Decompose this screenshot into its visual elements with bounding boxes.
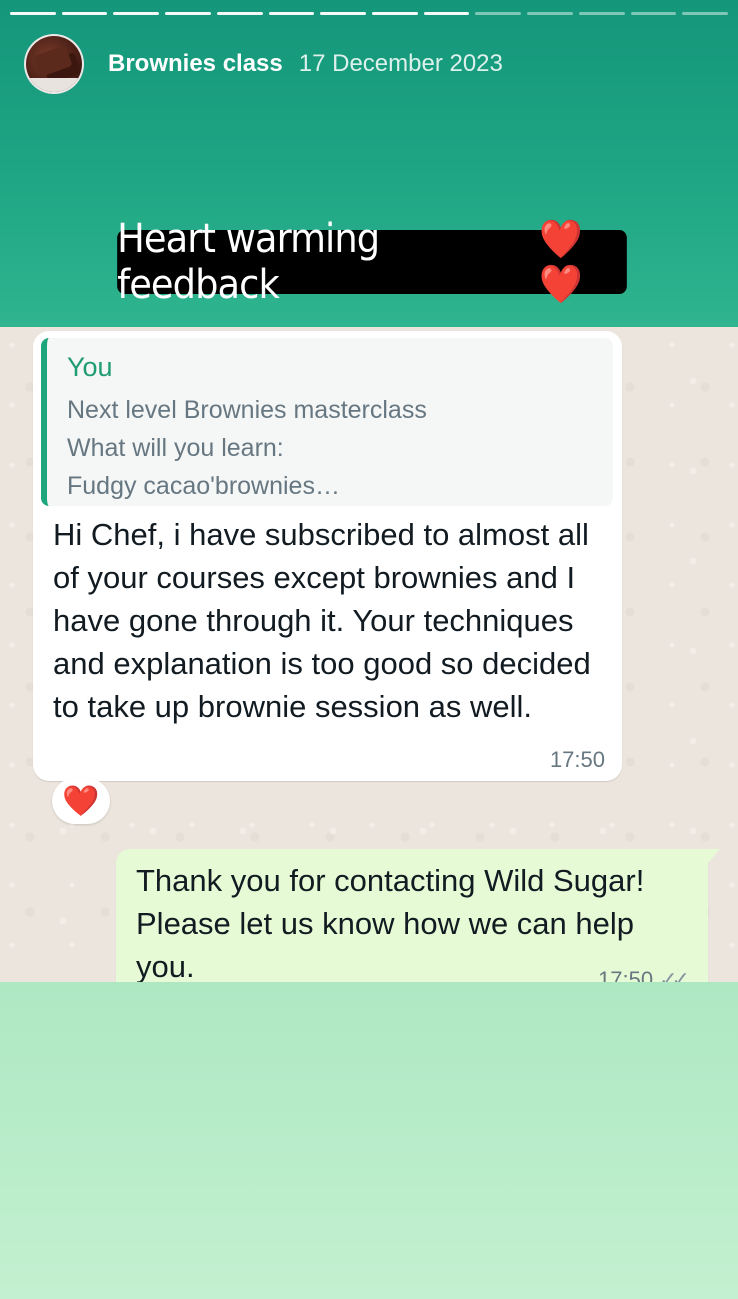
outgoing-message-meta: 17:50 ✓✓	[598, 967, 690, 982]
progress-segment	[61, 12, 108, 15]
progress-segment	[10, 12, 56, 15]
quote-line: What will you learn:	[67, 434, 284, 462]
progress-segment	[682, 12, 729, 15]
quote-author: You	[67, 352, 113, 382]
progress-segment	[268, 12, 315, 15]
incoming-message-time: 17:50	[549, 747, 605, 772]
outgoing-message-time: 17:50	[598, 967, 654, 982]
progress-segment	[216, 12, 263, 15]
outgoing-message-text: Thank you for contacting Wild Sugar! Ple…	[136, 863, 645, 982]
story-top-area: Brownies class 17 December 2023 Heart wa…	[0, 0, 738, 327]
progress-segment	[372, 12, 418, 15]
heart-emoji-icons: ❤️❤️	[539, 217, 585, 306]
incoming-message-text: Hi Chef, i have subscribed to almost all…	[53, 517, 591, 724]
heart-reaction-icon[interactable]: ❤️	[52, 778, 110, 824]
story-bottom-area	[0, 982, 738, 1299]
headline-text: Heart warming feedback	[117, 216, 380, 308]
progress-segment	[527, 12, 573, 15]
progress-segment	[165, 12, 211, 15]
story-header: Brownies class 17 December 2023	[24, 33, 503, 95]
story-date: 17 December 2023	[298, 50, 503, 77]
progress-segment	[423, 12, 470, 15]
incoming-message-bubble: You Next level Brownies masterclass What…	[33, 331, 622, 781]
quote-line: Fudgy cacao'brownies…	[67, 472, 340, 500]
read-ticks-icon: ✓✓	[659, 967, 690, 982]
progress-segment	[113, 12, 160, 15]
progress-segment	[578, 12, 625, 15]
quoted-message[interactable]: You Next level Brownies masterclass What…	[41, 338, 613, 506]
progress-segment	[475, 12, 522, 15]
story-progress-bar	[10, 12, 729, 16]
outgoing-message-bubble: Thank you for contacting Wild Sugar! Ple…	[116, 849, 720, 982]
chat-screenshot: You Next level Brownies masterclass What…	[0, 327, 738, 982]
progress-segment	[320, 12, 367, 15]
channel-avatar[interactable]	[24, 34, 84, 94]
channel-name[interactable]: Brownies class	[108, 50, 283, 78]
story-headline: Heart warming feedback ❤️❤️	[117, 216, 627, 308]
quote-line: Next level Brownies masterclass	[67, 396, 427, 424]
progress-segment	[630, 12, 677, 15]
